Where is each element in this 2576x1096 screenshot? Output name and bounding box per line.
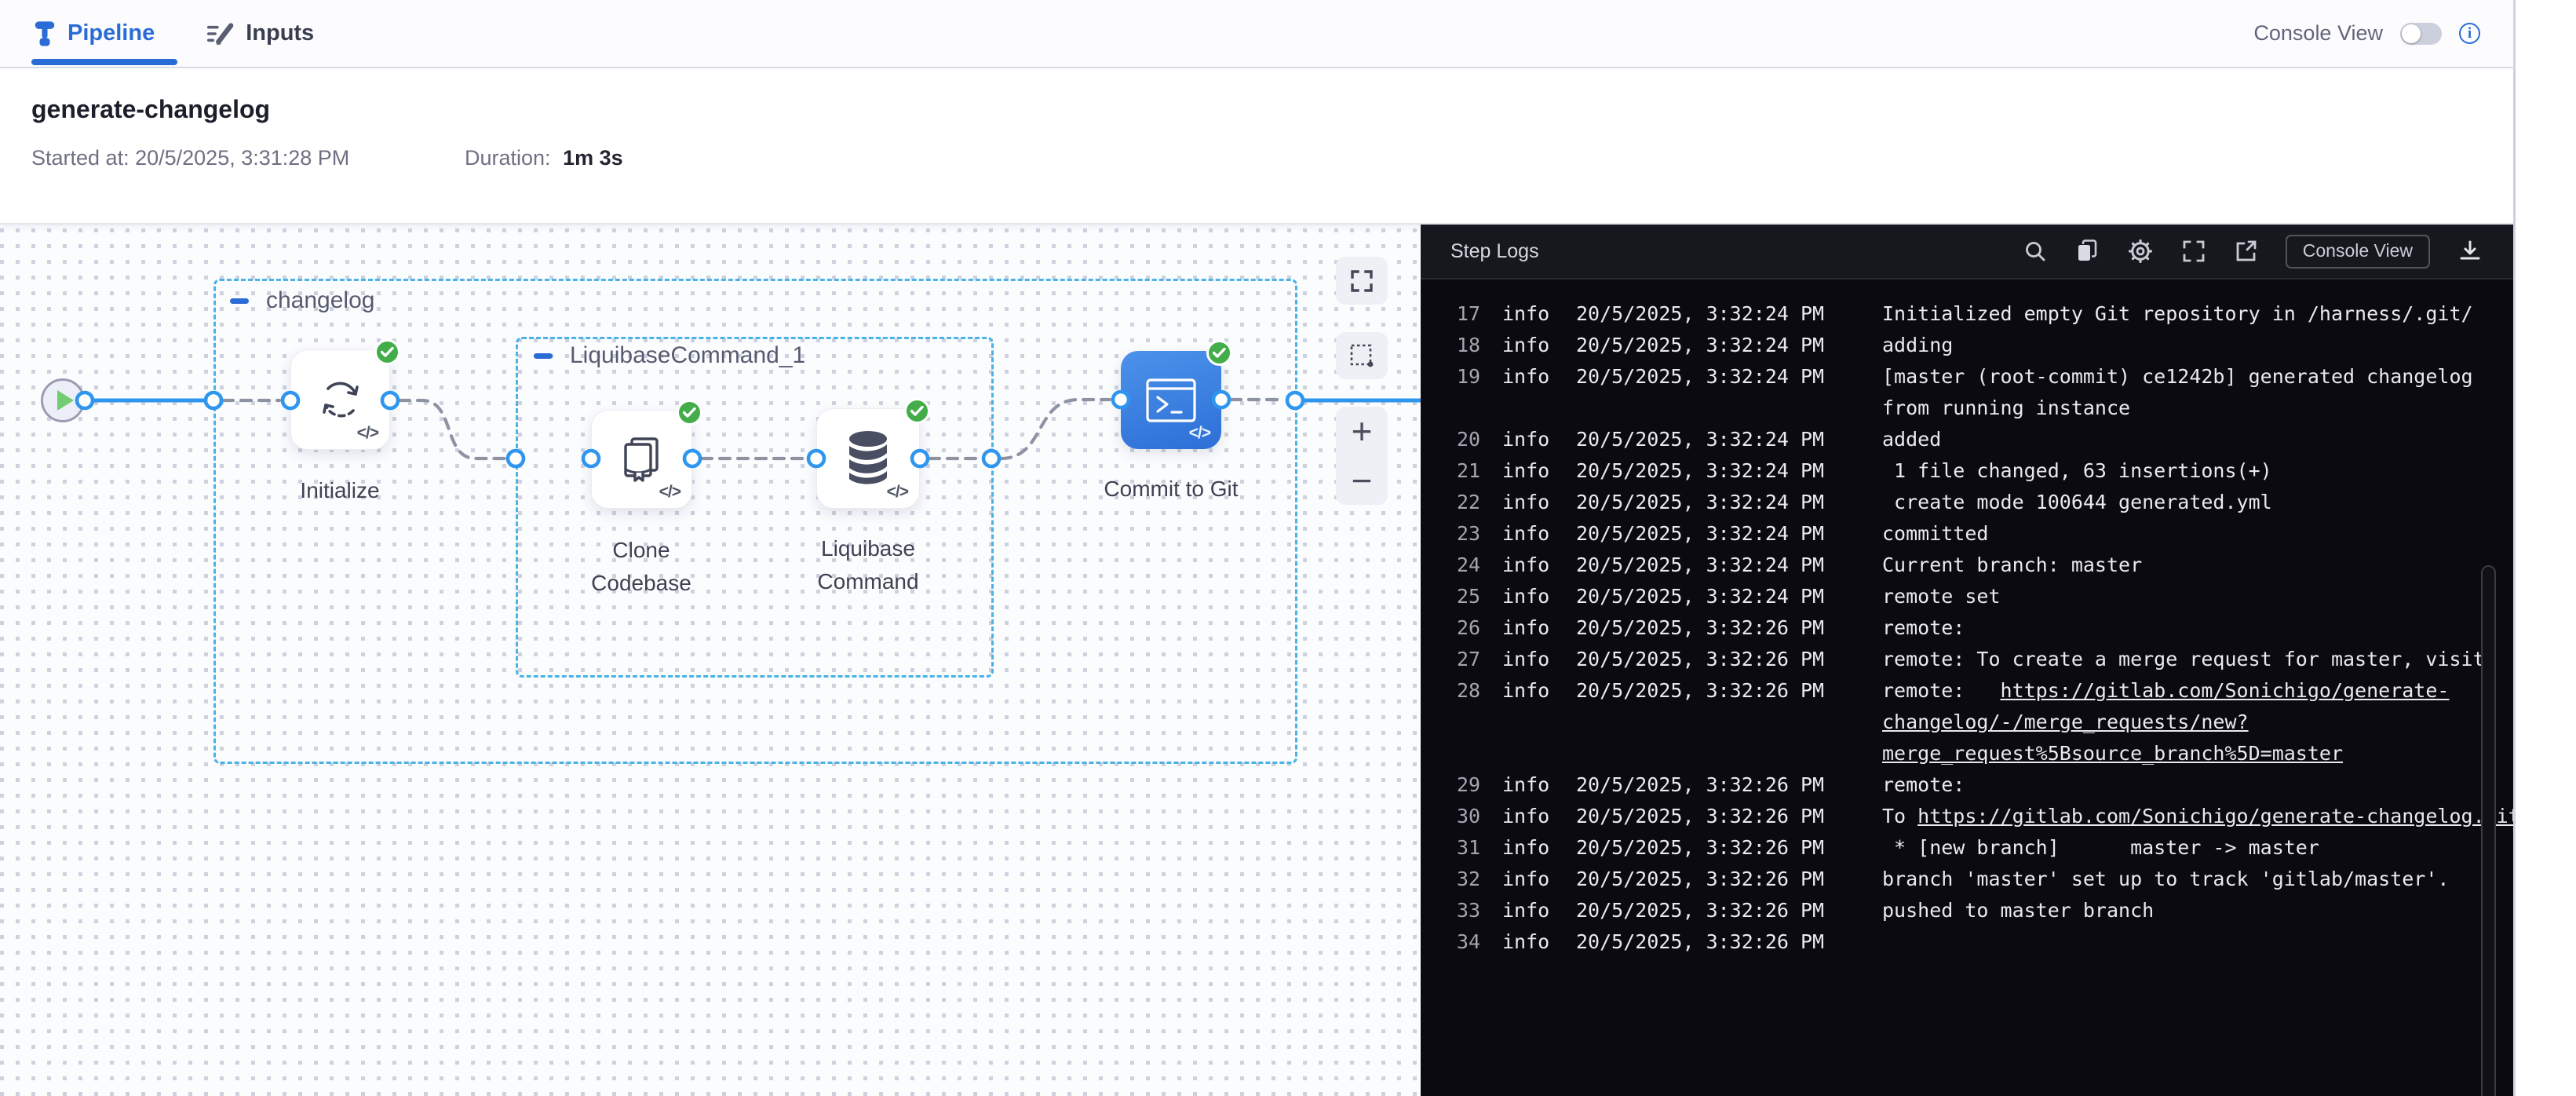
tab-bar: Pipeline Inputs Console View i [0,0,2513,68]
started-at-label: Started at: [31,146,130,170]
log-line: 23info20/5/2025, 3:32:24 PMcommitted [1457,518,2513,550]
log-link[interactable]: https://gitlab.com/Sonichigo/generate- [2001,679,2450,702]
log-line: 24info20/5/2025, 3:32:24 PMCurrent branc… [1457,550,2513,581]
console-view-toggle-label: Console View [2253,21,2383,46]
log-line: 30info20/5/2025, 3:32:26 PMTo https://gi… [1457,801,2513,832]
step-commit-to-git[interactable]: </> [1121,351,1221,449]
page: Pipeline Inputs Console View i generate-… [0,0,2576,1096]
log-line: 17info20/5/2025, 3:32:24 PMInitialized e… [1457,298,2513,330]
tab-inputs-label: Inputs [246,20,314,46]
log-line: changelog/-/merge_requests/new? [1457,707,2513,738]
stage-liquibasecommand-label[interactable]: LiquibaseCommand_1 [570,342,805,369]
stage-changelog-header: changelog [230,287,374,314]
step-liquibase-command-label[interactable]: LiquibaseCommand [817,532,918,598]
reset-selection-button[interactable] [1336,332,1388,379]
step-initialize[interactable]: </> [290,349,390,450]
log-line: 21info20/5/2025, 3:32:24 PM 1 file chang… [1457,455,2513,487]
stage-changelog-label[interactable]: changelog [266,287,374,314]
zoom-in-button[interactable]: + [1336,407,1388,456]
yaml-code-icon: </> [357,424,378,443]
log-line: 20info20/5/2025, 3:32:24 PMadded [1457,424,2513,455]
collapse-stepgroup-icon[interactable] [534,353,553,359]
log-line: from running instance [1457,393,2513,424]
log-line: 25info20/5/2025, 3:32:24 PMremote set [1457,581,2513,612]
duration-label: Duration: [465,146,551,170]
play-icon [57,390,74,411]
step-logs-panel: Step Logs [1421,225,2513,1096]
yaml-code-icon: </> [887,483,908,502]
toggle-knob [2402,24,2421,43]
pipeline-icon [33,20,57,47]
marquee-select-icon [1348,342,1375,369]
copy-logs-icon[interactable] [2075,239,2099,264]
commit-success-icon [1206,340,1232,366]
expand-logs-icon[interactable] [2182,239,2206,263]
log-line: 27info20/5/2025, 3:32:26 PMremote: To cr… [1457,644,2513,675]
log-line: 28info20/5/2025, 3:32:26 PMremote: https… [1457,675,2513,707]
started-at: Started at: 20/5/2025, 3:31:28 PM [31,146,465,170]
log-scrollbar[interactable] [2481,565,2496,1096]
log-line: 22info20/5/2025, 3:32:24 PM create mode … [1457,487,2513,518]
log-line: 19info20/5/2025, 3:32:24 PM[master (root… [1457,361,2513,393]
log-link[interactable]: changelog/-/merge_requests/new? [1882,711,2249,733]
duration-value: 1m 3s [563,146,623,170]
step-initialize-label[interactable]: Initialize [300,474,379,507]
run-header: generate-changelog Started at: 20/5/2025… [0,68,2513,225]
log-line: 32info20/5/2025, 3:32:26 PMbranch 'maste… [1457,864,2513,895]
tab-pipeline-label: Pipeline [68,20,155,46]
log-link[interactable]: https://gitlab.com/Sonichigo/generate-ch… [1917,805,2513,827]
liquibase-success-icon [904,398,930,424]
clone-codebase-icon [613,430,671,488]
initialize-success-icon [374,339,400,365]
yaml-code-icon: </> [659,483,680,502]
stage-liquibasecommand-header: LiquibaseCommand_1 [534,342,805,369]
step-commit-to-git-label[interactable]: Commit to Git [1104,473,1238,506]
step-logs-header: Step Logs [1421,225,2513,279]
fullscreen-icon [1349,269,1374,294]
clone-success-icon [677,400,702,426]
pipeline-name: generate-changelog [31,95,2482,124]
app-window: Pipeline Inputs Console View i generate-… [0,0,2513,1096]
step-logs-title: Step Logs [1450,240,1539,263]
log-line: 26info20/5/2025, 3:32:26 PMremote: [1457,612,2513,644]
duration: Duration: 1m 3s [465,146,623,170]
step-clone-codebase[interactable]: </> [591,410,692,509]
log-line: merge_request%5Bsource_branch%5D=master [1457,738,2513,769]
console-view-button[interactable]: Console View [2286,235,2430,269]
log-link[interactable]: merge_request%5Bsource_branch%5D=master [1882,742,2343,765]
zoom-controls: + − [1336,407,1388,505]
log-line: 29info20/5/2025, 3:32:26 PMremote: [1457,769,2513,801]
liquibase-icon [841,429,896,488]
open-in-new-tab-icon[interactable] [2234,239,2257,263]
log-line: 33info20/5/2025, 3:32:26 PMpushed to mas… [1457,895,2513,926]
download-logs-icon[interactable] [2458,239,2482,263]
step-liquibase-command[interactable]: </> [816,408,920,509]
log-settings-icon[interactable] [2127,238,2154,265]
tab-inputs[interactable]: Inputs [206,20,314,47]
tab-pipeline[interactable]: Pipeline [33,20,155,47]
collapse-stage-icon[interactable] [230,298,249,304]
yaml-code-icon: </> [1189,424,1210,443]
log-line: 31info20/5/2025, 3:32:26 PM * [new branc… [1457,832,2513,864]
initialize-sync-icon [312,371,369,428]
terminal-icon [1145,378,1197,423]
zoom-out-button[interactable]: − [1336,456,1388,506]
stage-liquibasecommand-boundary [516,337,994,678]
pipeline-start-node[interactable] [41,378,85,422]
log-line: 34info20/5/2025, 3:32:26 PM [1457,926,2513,958]
step-clone-codebase-label[interactable]: CloneCodebase [591,534,691,600]
inputs-icon [206,20,235,47]
log-line: 18info20/5/2025, 3:32:24 PMadding [1457,330,2513,361]
search-logs-icon[interactable] [2023,239,2047,263]
started-at-value: 20/5/2025, 3:31:28 PM [135,146,349,170]
console-view-toggle[interactable] [2400,23,2442,45]
fullscreen-canvas-button[interactable] [1336,257,1388,305]
log-body[interactable]: 17info20/5/2025, 3:32:24 PMInitialized e… [1421,279,2513,1096]
info-icon[interactable]: i [2459,23,2480,44]
pipeline-canvas[interactable]: changelog LiquibaseCommand_1 [0,225,1421,1096]
page-right-gutter [2513,0,2576,1096]
active-tab-underline [31,59,177,65]
